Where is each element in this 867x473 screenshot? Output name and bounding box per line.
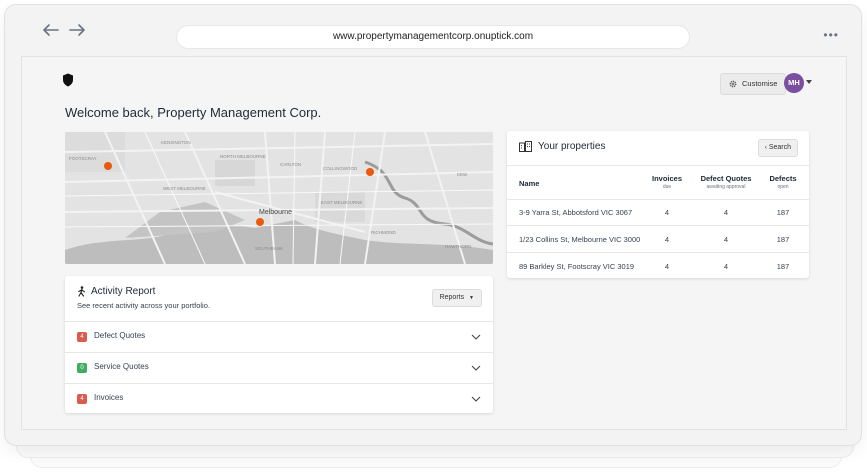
column-header-sub: due (662, 184, 672, 190)
invoices-count: 4 (664, 262, 670, 271)
accordion-service-quotes[interactable]: 0 Service Quotes (65, 352, 493, 383)
chevron-down-icon[interactable] (471, 332, 481, 342)
column-header-sub: awaiting approval (706, 184, 746, 190)
welcome-heading: Welcome back, Property Management Corp. (65, 105, 322, 120)
defect-quotes-count: 4 (723, 262, 729, 271)
column-header-invoices[interactable]: Invoices due (649, 174, 685, 190)
browser-chrome: www.propertymanagementcorp.onuptick.com … (5, 5, 861, 55)
map-label: COLLINGWOOD (323, 166, 358, 171)
more-dots-icon[interactable]: ••• (823, 29, 839, 41)
your-properties-card: Your properties ‹ Search Name Invoices d… (507, 131, 809, 278)
map-label: RICHMOND (371, 230, 396, 235)
chevron-left-icon: ‹ (764, 145, 767, 151)
column-header-sub: open (777, 184, 789, 190)
map-marker[interactable] (256, 218, 264, 226)
count-badge: 0 (77, 363, 87, 373)
properties-title-row: Your properties (519, 141, 605, 152)
invoices-count: 4 (664, 208, 670, 217)
defects-count: 187 (776, 235, 790, 244)
search-button[interactable]: ‹ Search (757, 139, 798, 157)
shield-logo-icon[interactable] (62, 73, 74, 87)
map-label: HAWTHORN (445, 244, 471, 249)
accordion-defect-quotes[interactable]: 4 Defect Quotes (65, 321, 493, 352)
customise-label: Customise (742, 79, 778, 88)
chevron-down-icon[interactable] (806, 80, 812, 84)
properties-title: Your properties (538, 141, 606, 152)
activity-subtitle: See recent activity across your portfoli… (77, 301, 210, 310)
defects-count: 187 (776, 262, 790, 271)
properties-map[interactable]: KENSINGTON FOOTSCRAY NORTH MELBOURNE CAR… (65, 132, 493, 264)
reports-dropdown-button[interactable]: Reports ▼ (431, 289, 482, 307)
browser-window: www.propertymanagementcorp.onuptick.com … (4, 4, 862, 446)
address-bar[interactable]: www.propertymanagementcorp.onuptick.com (177, 26, 689, 48)
map-label: EAST MELBOURNE (321, 200, 362, 205)
accordion-label: Service Quotes (94, 362, 149, 371)
map-label: NORTH MELBOURNE (220, 154, 266, 159)
defects-count: 187 (776, 208, 790, 217)
property-name[interactable]: 1/23 Collins St, Melbourne VIC 3000 (519, 235, 640, 244)
map-label: KEW (457, 172, 468, 177)
column-header-defect-quotes[interactable]: Defect Quotes awaiting approval (691, 174, 761, 190)
arrow-right-icon[interactable] (67, 21, 87, 39)
walking-person-icon (78, 286, 86, 297)
activity-title: Activity Report (91, 286, 156, 297)
activity-title-row: Activity Report (77, 286, 155, 297)
app-viewport: Welcome back, Property Management Corp. … (21, 56, 847, 430)
column-header-label: Defect Quotes (700, 174, 752, 183)
column-header-label: Defects (769, 174, 797, 183)
avatar[interactable]: MH (784, 73, 804, 93)
caret-down-icon: ▼ (469, 295, 474, 301)
map-label-city: Melbourne (259, 209, 292, 216)
chevron-down-icon[interactable] (471, 363, 481, 373)
defect-quotes-count: 4 (723, 235, 729, 244)
accordion-label: Invoices (94, 393, 124, 402)
invoices-count: 4 (664, 235, 670, 244)
property-name[interactable]: 3-9 Yarra St, Abbotsford VIC 3067 (519, 208, 632, 217)
map-marker[interactable] (366, 168, 374, 176)
activity-report-card: Activity Report See recent activity acro… (65, 276, 493, 413)
defect-quotes-count: 4 (723, 208, 729, 217)
table-row[interactable]: 3-9 Yarra St, Abbotsford VIC 3067 4 4 18… (507, 199, 809, 226)
map-label: FOOTSCRAY (69, 156, 97, 161)
map-marker[interactable] (104, 162, 112, 170)
buildings-icon (519, 141, 532, 152)
property-name[interactable]: 89 Barkley St, Footscray VIC 3019 (519, 262, 634, 271)
count-badge: 4 (77, 394, 87, 404)
column-header-name[interactable]: Name (519, 179, 539, 188)
properties-table-header: Name Invoices due Defect Quotes awaiting… (507, 165, 809, 200)
column-header-defects[interactable]: Defects open (763, 174, 803, 190)
accordion-label: Defect Quotes (94, 331, 146, 340)
map-label: CARLTON (280, 162, 301, 167)
map-label: SOUTHBANK (255, 246, 283, 251)
gear-icon (729, 80, 737, 88)
search-label: Search (768, 144, 791, 151)
count-badge: 4 (77, 332, 87, 342)
reports-label: Reports (439, 294, 465, 301)
column-header-label: Invoices (651, 174, 682, 183)
map-label: WEST MELBOURNE (163, 186, 206, 191)
map-label: KENSINGTON (161, 140, 191, 145)
customise-button[interactable]: Customise (720, 73, 787, 95)
accordion-invoices[interactable]: 4 Invoices (65, 383, 493, 414)
table-row[interactable]: 1/23 Collins St, Melbourne VIC 3000 4 4 … (507, 226, 809, 253)
chevron-down-icon[interactable] (471, 394, 481, 404)
arrow-left-icon[interactable] (41, 21, 61, 39)
table-row[interactable]: 89 Barkley St, Footscray VIC 3019 4 4 18… (507, 253, 809, 279)
